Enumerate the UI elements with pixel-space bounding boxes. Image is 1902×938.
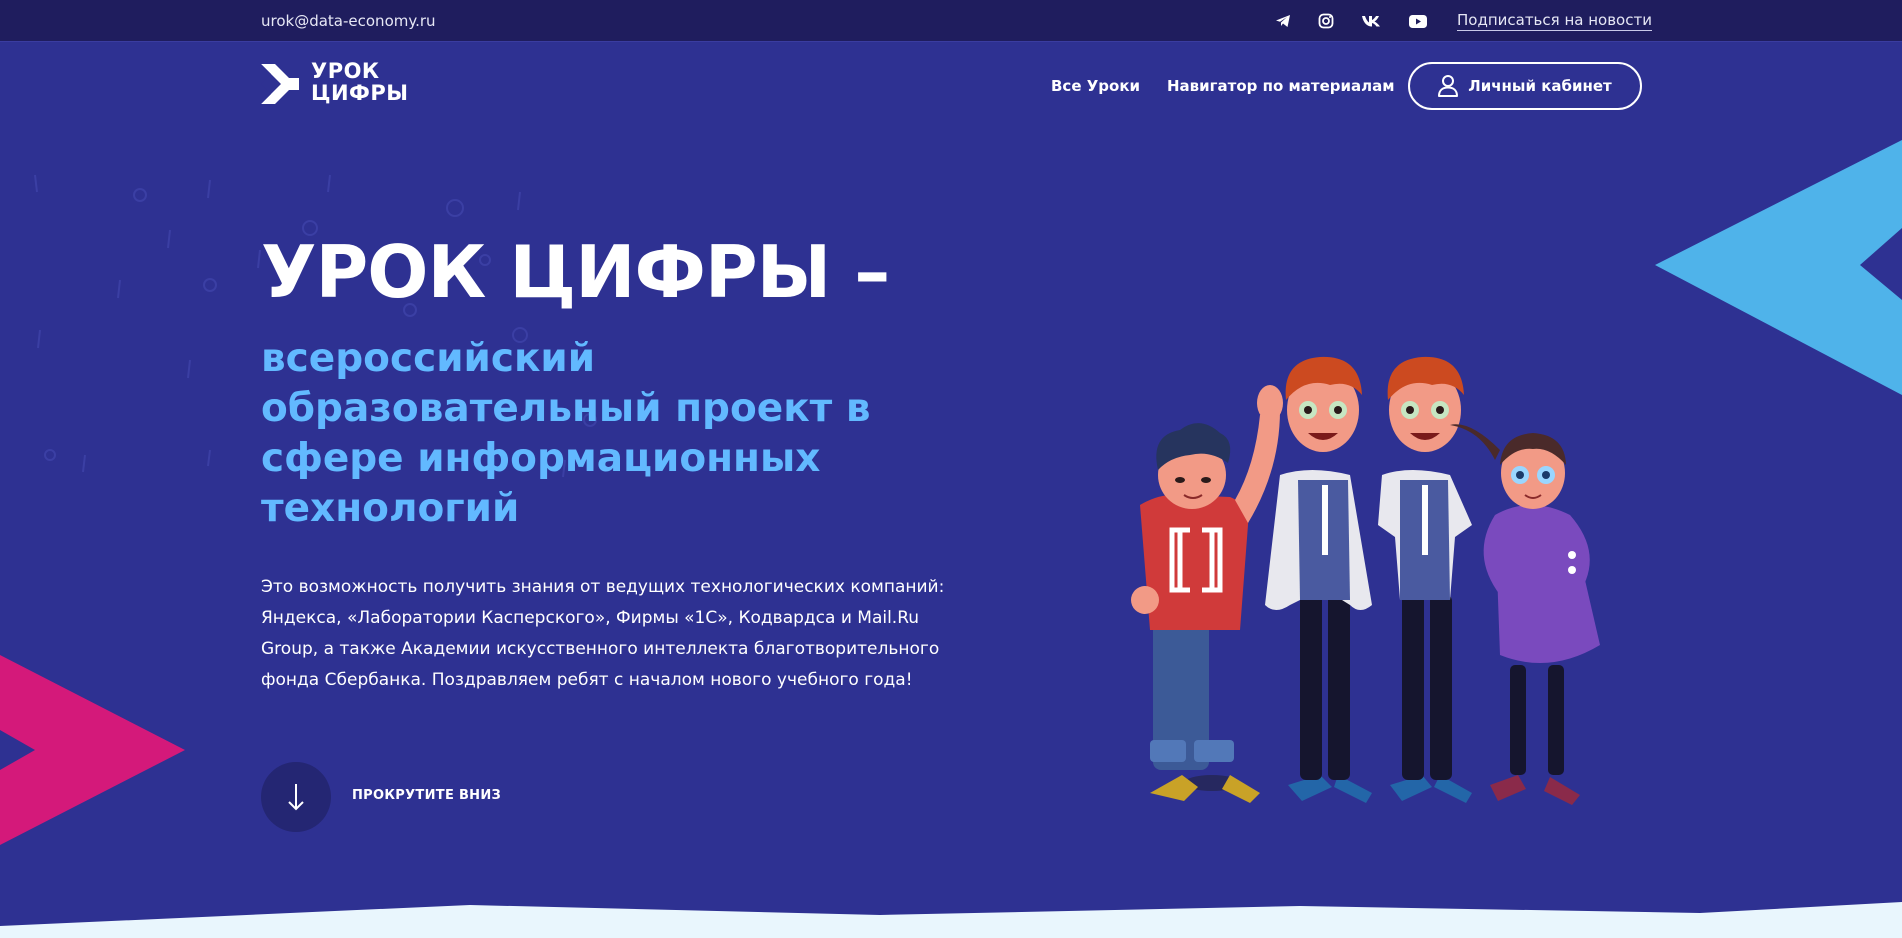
hero-subtitle: всероссийский образовательный проект в с… — [261, 336, 871, 531]
nav-all-lessons[interactable]: Все Уроки — [1051, 77, 1140, 95]
hero-title: УРОК ЦИФРЫ – — [261, 230, 890, 314]
arrow-down-icon — [288, 784, 304, 811]
top-bar: urok@data-economy.ru Подписаться на ново… — [0, 0, 1902, 42]
logo-text-line1: УРОК — [311, 59, 380, 83]
personal-account-button[interactable]: Личный кабинет — [1408, 62, 1642, 110]
nav-materials-navigator[interactable]: Навигатор по материалам — [1167, 77, 1394, 95]
scroll-down-button[interactable] — [261, 762, 331, 832]
decorative-blue-triangle — [1655, 140, 1902, 395]
scroll-down-label: ПРОКРУТИТЕ ВНИЗ — [352, 788, 502, 803]
youtube-icon[interactable] — [1406, 10, 1430, 32]
telegram-icon[interactable] — [1271, 10, 1295, 32]
kids-illustration — [1131, 356, 1600, 805]
subscribe-link[interactable]: Подписаться на новости — [1457, 11, 1652, 31]
decorative-pink-triangle — [0, 655, 185, 845]
logo-text-line2: ЦИФРЫ — [311, 81, 409, 105]
vk-icon[interactable] — [1359, 10, 1383, 32]
bottom-wave-divider — [0, 902, 1902, 938]
user-icon — [1438, 75, 1459, 97]
logo-mark-icon — [261, 64, 299, 104]
contact-email[interactable]: urok@data-economy.ru — [261, 12, 436, 30]
personal-account-label: Личный кабинет — [1468, 77, 1612, 95]
logo[interactable]: УРОК ЦИФРЫ — [261, 60, 426, 108]
instagram-icon[interactable] — [1314, 10, 1338, 32]
hero-description: Это возможность получить знания от ведущ… — [261, 577, 945, 690]
